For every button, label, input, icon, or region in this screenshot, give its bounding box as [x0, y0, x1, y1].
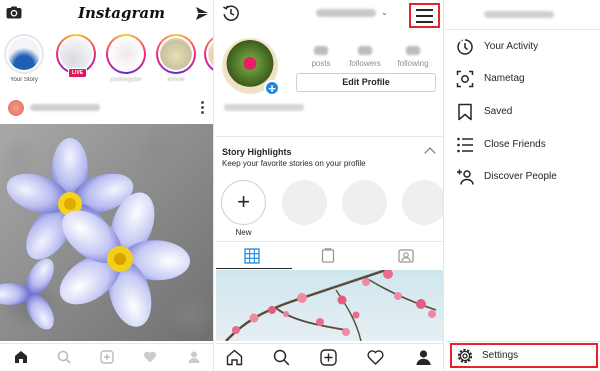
profile-panel: ⌄ + posts followers following Edit Profi… — [216, 0, 444, 371]
following-label: following — [397, 59, 429, 68]
profile-name-blurred — [224, 104, 304, 111]
avatar[interactable] — [8, 100, 24, 116]
profile-icon[interactable] — [415, 349, 432, 366]
story-label: be — [200, 77, 213, 83]
search-icon[interactable] — [273, 349, 290, 366]
instagram-logo: Instagram — [78, 4, 165, 22]
story-label: Your Story — [10, 77, 38, 83]
activity-heart-icon[interactable] — [367, 349, 384, 366]
highlight-placeholder — [282, 180, 327, 225]
posts-count[interactable]: posts — [298, 46, 344, 68]
archive-history-icon[interactable] — [222, 4, 240, 22]
profile-bottom-nav — [216, 343, 443, 371]
post-username-blurred[interactable] — [30, 104, 100, 111]
collapse-chevron-icon[interactable] — [424, 147, 436, 159]
feed-bottom-nav — [0, 343, 213, 371]
menu-item-discover-people[interactable]: Discover People — [454, 165, 598, 189]
live-badge: LIVE — [68, 68, 88, 78]
divider — [446, 341, 600, 342]
add-person-icon — [457, 169, 474, 185]
menu-item-label: Discover People — [484, 171, 557, 182]
flower-illustration — [0, 138, 190, 330]
highlight-placeholder — [342, 180, 387, 225]
edit-profile-button[interactable]: Edit Profile — [296, 73, 436, 92]
following-count[interactable]: following — [390, 46, 436, 68]
post-image-columbine-flowers[interactable] — [0, 124, 213, 341]
menu-item-label: Nametag — [484, 73, 525, 84]
direct-message-icon[interactable] — [195, 6, 210, 21]
profile-username-blurred[interactable] — [316, 9, 376, 17]
story-item[interactable]: ashole — [156, 34, 196, 86]
divider — [216, 136, 443, 137]
menu-item-label: Saved — [484, 106, 513, 117]
activity-heart-icon[interactable] — [143, 350, 157, 364]
menu-item-nametag[interactable]: Nametag — [454, 67, 598, 91]
camera-icon[interactable] — [6, 6, 22, 19]
chevron-down-icon[interactable]: ⌄ — [381, 8, 388, 17]
menu-item-your-activity[interactable]: Your Activity — [454, 35, 598, 59]
profile-content-tabs — [216, 241, 443, 269]
igtv-feed-icon[interactable] — [320, 248, 336, 264]
highlight-placeholder — [402, 180, 443, 225]
stories-tray: Your Story LIVE justinegutar ashole be — [0, 34, 213, 90]
active-tab-underline — [216, 268, 292, 269]
settings-label: Settings — [482, 350, 519, 361]
profile-icon[interactable] — [187, 350, 201, 364]
story-item[interactable]: be — [204, 34, 213, 86]
home-icon[interactable] — [14, 350, 28, 364]
story-item[interactable]: LIVE — [56, 34, 96, 86]
more-options-icon[interactable] — [201, 101, 205, 115]
story-item[interactable]: justinegutar — [106, 34, 146, 86]
story-highlights-title: Story Highlights — [222, 147, 292, 157]
blossom-illustration — [225, 270, 437, 341]
nametag-icon — [456, 70, 474, 88]
followers-count[interactable]: followers — [342, 46, 388, 68]
menu-item-label: Your Activity — [484, 41, 539, 52]
profile-header: ⌄ — [216, 0, 443, 30]
feed-panel: Instagram Your Story LIVE justinegutar a… — [0, 0, 214, 371]
hamburger-menu-button[interactable] — [409, 3, 440, 28]
menu-username-blurred — [484, 11, 554, 18]
bookmark-icon — [458, 103, 472, 121]
followers-label: followers — [349, 59, 381, 68]
grid-view-icon[interactable] — [244, 248, 260, 264]
post-thumbnail-pink-blossoms[interactable] — [216, 270, 443, 341]
new-highlight-label: New — [235, 228, 252, 237]
settings-button[interactable]: Settings — [450, 343, 598, 368]
tagged-photos-icon[interactable] — [398, 248, 414, 264]
side-menu-header — [446, 0, 600, 30]
menu-item-close-friends[interactable]: Close Friends — [454, 133, 598, 157]
posts-label: posts — [311, 59, 331, 68]
add-story-plus-icon[interactable]: + — [264, 80, 280, 96]
story-label: justinegutar — [110, 77, 142, 83]
new-highlight-button[interactable]: + — [221, 180, 266, 225]
home-icon[interactable] — [226, 349, 243, 366]
side-menu-panel: Your Activity Nametag Saved Close Friend… — [446, 0, 600, 371]
story-label: ashole — [167, 77, 185, 83]
feed-header: Instagram — [0, 0, 213, 28]
gear-icon — [457, 348, 473, 364]
post-header — [0, 96, 213, 120]
menu-item-label: Close Friends — [484, 139, 546, 150]
new-post-icon[interactable] — [100, 350, 114, 364]
activity-icon — [457, 39, 473, 55]
story-item[interactable]: Your Story — [4, 34, 44, 86]
new-post-icon[interactable] — [320, 349, 337, 366]
menu-item-saved[interactable]: Saved — [454, 100, 598, 124]
close-friends-icon — [457, 137, 473, 153]
story-highlights-subtitle: Keep your favorite stories on your profi… — [222, 159, 366, 168]
search-icon[interactable] — [57, 350, 71, 364]
